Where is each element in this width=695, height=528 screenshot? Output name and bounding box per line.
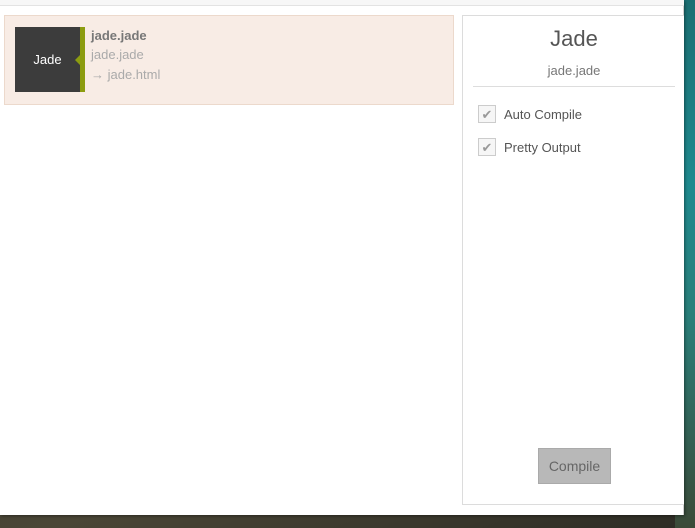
- compile-button[interactable]: Compile: [538, 448, 611, 484]
- window-top-strip: [0, 0, 684, 6]
- pretty-output-label: Pretty Output: [504, 139, 581, 155]
- file-source-path: jade.jade: [91, 47, 144, 62]
- panel-title: Jade: [550, 26, 598, 51]
- auto-compile-option[interactable]: ✔ Auto Compile: [478, 104, 582, 124]
- file-accent-notch: [75, 55, 80, 65]
- file-list: Jade jade.jade jade.jade → jade.html: [4, 15, 454, 105]
- panel-subtitle: jade.jade: [547, 63, 601, 78]
- app-window: Jade jade.jade jade.jade → jade.html Jad…: [0, 0, 684, 515]
- pretty-output-option[interactable]: ✔ Pretty Output: [478, 137, 581, 157]
- file-info: jade.jade jade.jade → jade.html: [91, 27, 160, 85]
- file-name: jade.jade: [91, 28, 147, 43]
- file-output-path: → jade.html: [91, 67, 161, 82]
- settings-panel: Jade jade.jade ✔ Auto Compile ✔ Pretty O…: [462, 15, 684, 505]
- check-icon: ✔: [481, 139, 493, 155]
- file-type-badge: Jade: [15, 27, 80, 92]
- pretty-output-checkbox[interactable]: ✔: [478, 138, 496, 156]
- file-list-item[interactable]: Jade jade.jade jade.jade → jade.html: [4, 15, 454, 105]
- check-icon: ✔: [481, 106, 493, 122]
- panel-divider: [473, 86, 675, 87]
- file-accent-bar: [80, 27, 85, 92]
- auto-compile-label: Auto Compile: [504, 106, 583, 122]
- auto-compile-checkbox[interactable]: ✔: [478, 105, 496, 123]
